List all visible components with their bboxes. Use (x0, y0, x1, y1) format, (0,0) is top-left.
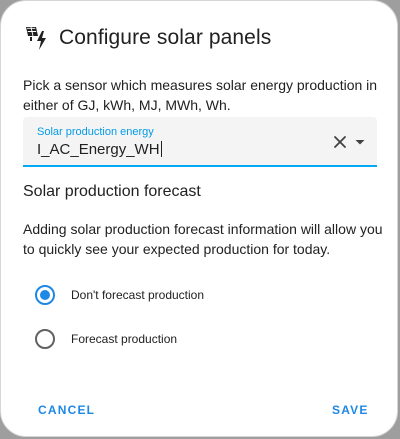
dialog-title: Configure solar panels (59, 26, 272, 49)
field-value[interactable]: I_AC_Energy_WH (37, 141, 162, 158)
field-label: Solar production energy (37, 126, 154, 138)
chevron-down-icon[interactable] (351, 133, 369, 151)
configure-solar-dialog: Configure solar panels Pick a sensor whi… (0, 0, 398, 437)
forecast-section-title: Solar production forecast (23, 183, 201, 200)
close-icon[interactable] (331, 133, 349, 151)
cancel-button[interactable]: CANCEL (38, 403, 95, 417)
dialog-header: Configure solar panels (23, 23, 271, 53)
dialog-description: Pick a sensor which measures solar energ… (23, 77, 378, 113)
radio-label: Forecast production (71, 332, 178, 346)
forecast-info: Adding solar production forecast informa… (23, 221, 383, 257)
radio-dont-forecast[interactable]: Don't forecast production (35, 285, 204, 305)
solar-power-icon (23, 24, 51, 52)
save-button[interactable]: SAVE (332, 403, 369, 417)
text-caret (160, 141, 162, 157)
solar-production-energy-field[interactable]: Solar production energy I_AC_Energy_WH (23, 117, 377, 167)
radio-button-unchecked[interactable] (35, 329, 55, 349)
radio-button-checked[interactable] (35, 285, 55, 305)
field-value-text: I_AC_Energy_WH (37, 141, 160, 158)
radio-label: Don't forecast production (71, 288, 205, 302)
radio-forecast[interactable]: Forecast production (35, 329, 177, 349)
